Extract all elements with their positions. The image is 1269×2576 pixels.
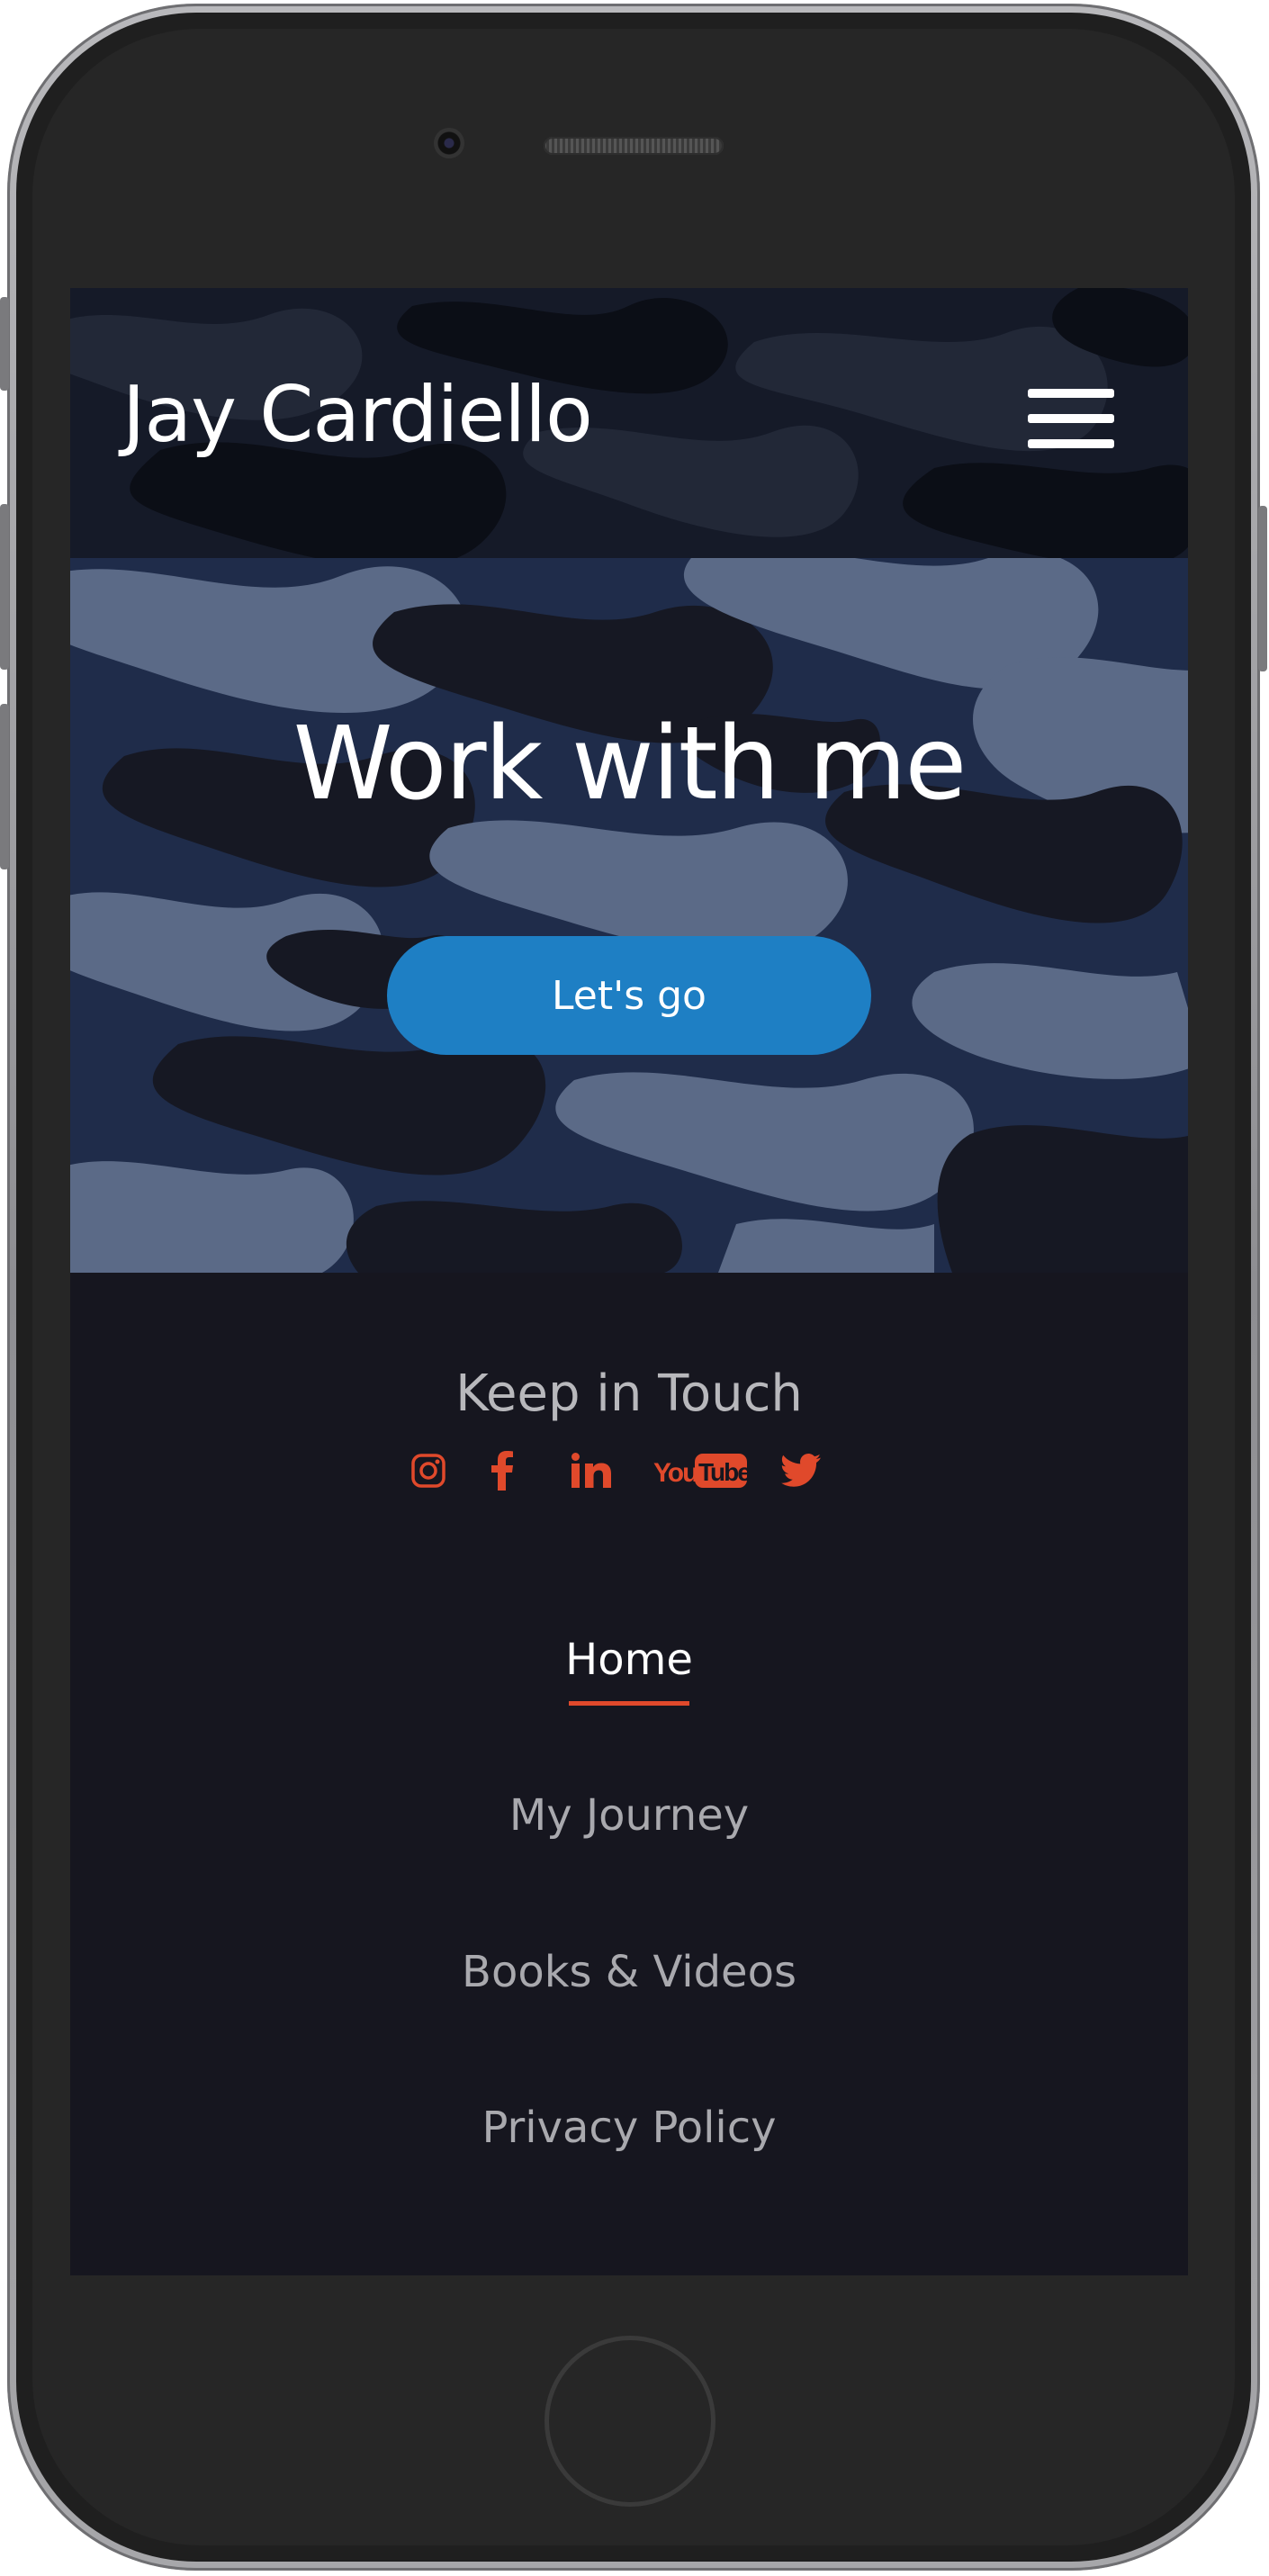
nav-item-books-videos[interactable]: Books & Videos xyxy=(70,1947,1188,1997)
youtube-tube-text: Tube xyxy=(698,1458,747,1486)
nav-item-privacy-policy[interactable]: Privacy Policy xyxy=(70,2103,1188,2153)
hero-section: Work with me Let's go xyxy=(70,558,1188,1273)
hero-camo-background xyxy=(70,558,1188,1273)
instagram-link[interactable] xyxy=(409,1446,448,1496)
youtube-link[interactable]: You Tube xyxy=(653,1446,747,1496)
speaker-grille xyxy=(544,137,724,155)
nav-item-home[interactable]: Home xyxy=(70,1635,1188,1685)
nav-active-underline xyxy=(569,1701,689,1706)
footer-heading: Keep in Touch xyxy=(455,1365,803,1423)
site-header: Jay Cardiello xyxy=(70,288,1188,558)
hero-heading: Work with me xyxy=(292,706,967,823)
screen: Jay Cardiello Work with me Let's go Keep… xyxy=(70,288,1188,2275)
facebook-icon xyxy=(491,1451,513,1491)
linkedin-icon xyxy=(572,1453,611,1488)
site-footer: Keep in Touch You Tube Home My Journey B… xyxy=(70,1273,1188,2275)
home-button[interactable] xyxy=(544,2336,716,2507)
power-button xyxy=(1258,506,1267,671)
twitter-link[interactable] xyxy=(779,1446,823,1496)
twitter-icon xyxy=(781,1454,821,1487)
volume-down-button xyxy=(0,704,9,869)
hamburger-menu-button[interactable] xyxy=(1028,389,1116,448)
menu-bar-top xyxy=(1028,389,1114,398)
menu-bar-middle xyxy=(1028,414,1114,423)
site-title[interactable]: Jay Cardiello xyxy=(122,376,593,454)
volume-up-button xyxy=(0,504,9,670)
menu-bar-bottom xyxy=(1028,439,1114,448)
instagram-icon xyxy=(411,1454,446,1488)
facebook-link[interactable] xyxy=(484,1446,520,1496)
youtube-you-text: You xyxy=(653,1458,698,1488)
youtube-icon: You Tube xyxy=(653,1454,747,1488)
lets-go-button[interactable]: Let's go xyxy=(387,936,871,1055)
social-links: You Tube xyxy=(70,1446,1188,1496)
linkedin-link[interactable] xyxy=(569,1446,614,1496)
nav-item-my-journey[interactable]: My Journey xyxy=(70,1790,1188,1841)
camera-icon xyxy=(434,128,464,158)
mute-switch xyxy=(0,297,9,391)
